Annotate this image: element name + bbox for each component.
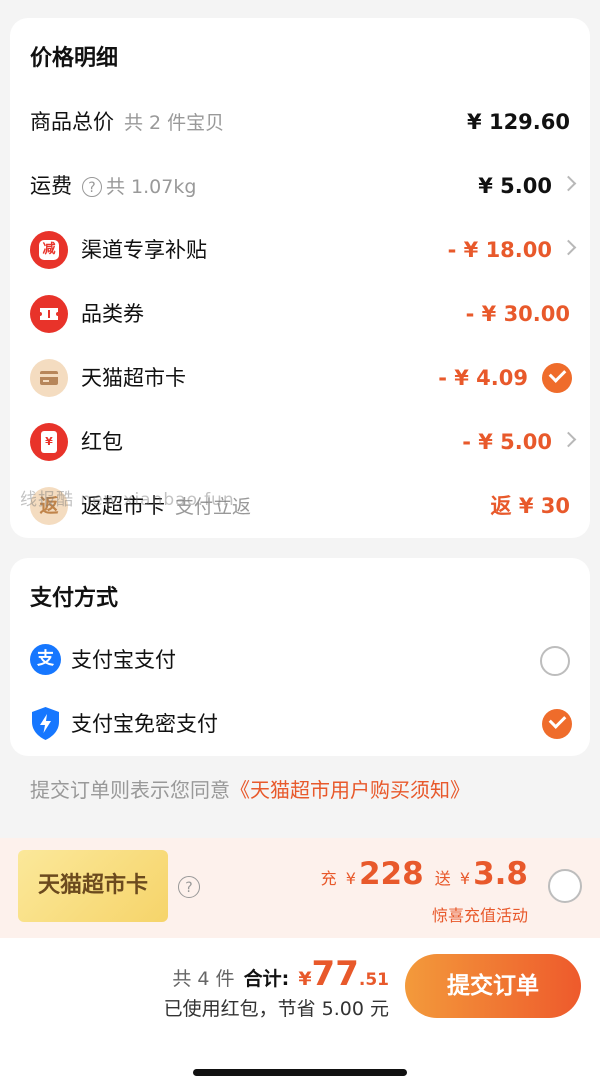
red-packet-value: - ¥ 5.00 [462,430,552,454]
category-coupon-row[interactable]: 品类券 - ¥ 30.00 [10,282,590,346]
chevron-right-icon [560,175,577,192]
category-coupon-label: 品类券 [81,302,144,326]
price-detail-title: 价格明细 [30,46,119,71]
card-icon [30,359,68,397]
goods-total-label: 商品总价 [30,110,114,134]
shipping-row[interactable]: 运费? 共 1.07kg ¥ 5.00 [10,154,590,218]
tmall-card-label: 天猫超市卡 [81,366,186,390]
price-detail-card: 价格明细 商品总价共 2 件宝贝 ¥ 129.60 运费? 共 1.07kg ¥ … [10,18,590,538]
charge-amount: 228 [358,856,424,892]
total-decimal: .51 [358,970,389,990]
goods-total-row: 商品总价共 2 件宝贝 ¥ 129.60 [10,90,590,154]
alipay-icon: 支 [30,644,61,675]
shipping-label: 运费 [30,174,72,198]
agreement-prefix: 提交订单则表示您同意 [30,778,230,802]
submit-order-button[interactable]: 提交订单 [405,954,581,1018]
watermark: 线报酷 new.xianbao.fun [20,490,235,510]
tmall-card-row[interactable]: 天猫超市卡 - ¥ 4.09 [10,346,590,410]
channel-subsidy-value: - ¥ 18.00 [447,238,552,262]
coupon-icon [30,295,68,333]
recharge-activity: 惊喜充值活动 [431,906,528,925]
total-integer: 77 [311,954,359,994]
question-icon[interactable]: ? [178,876,200,898]
gift-currency: ¥ [459,869,471,888]
question-icon[interactable]: ? [82,177,102,197]
gift-prefix: 送 [434,869,451,888]
alipay-nopwd-option[interactable]: 支付宝免密支付 [10,692,590,756]
savings-note: 已使用红包，节省 5.00 元 [163,998,389,1020]
charge-prefix: 充 [320,869,337,888]
category-coupon-value: - ¥ 30.00 [465,302,570,326]
tmall-card-image-label: 天猫超市卡 [37,873,148,898]
tmall-card-checkbox[interactable] [542,363,572,393]
red-packet-icon: ¥ [30,423,68,461]
shipping-weight: 共 1.07kg [106,176,197,198]
agreement-link[interactable]: 《天猫超市用户购买须知》 [230,778,470,802]
shield-icon [32,707,59,740]
alipay-nopwd-radio[interactable] [542,709,572,739]
alipay-label: 支付宝支付 [71,648,176,672]
recharge-offer: 充 ¥228 送 ¥3.8 [321,856,528,892]
channel-subsidy-row[interactable]: 减 渠道专享补贴 - ¥ 18.00 [10,218,590,282]
discount-icon-text: 减 [39,240,59,260]
red-packet-row[interactable]: ¥ 红包 - ¥ 5.00 [10,410,590,474]
red-packet-label: 红包 [81,430,123,454]
recharge-bar[interactable]: 天猫超市卡 ? 充 ¥228 送 ¥3.8 惊喜充值活动 [0,838,600,938]
item-count: 共 4 件 [172,968,235,990]
discount-icon: 减 [30,231,68,269]
home-indicator [193,1069,407,1076]
chevron-right-icon [560,431,577,448]
chevron-right-icon [560,239,577,256]
shipping-value: ¥ 5.00 [478,174,552,198]
charge-currency: ¥ [345,869,356,888]
goods-total-value: ¥ 129.60 [467,110,570,134]
recharge-radio[interactable] [548,869,582,903]
tmall-card-image: 天猫超市卡 [18,850,168,922]
payment-title: 支付方式 [30,586,119,611]
alipay-radio[interactable] [540,646,570,676]
total-label: 合计: [243,968,290,990]
channel-subsidy-label: 渠道专享补贴 [81,238,207,262]
payment-card: 支付方式 支 支付宝支付 支付宝免密支付 [10,558,590,756]
return-card-value: 返 ¥ 30 [490,494,570,518]
tmall-card-value: - ¥ 4.09 [438,366,528,390]
agreement-text: 提交订单则表示您同意《天猫超市用户购买须知》 [30,774,470,803]
total-currency: ¥ [298,968,312,990]
gift-amount: 3.8 [473,856,528,892]
goods-total-count: 共 2 件宝贝 [124,112,225,134]
alipay-option[interactable]: 支 支付宝支付 [10,628,590,692]
alipay-nopwd-label: 支付宝免密支付 [71,712,218,736]
